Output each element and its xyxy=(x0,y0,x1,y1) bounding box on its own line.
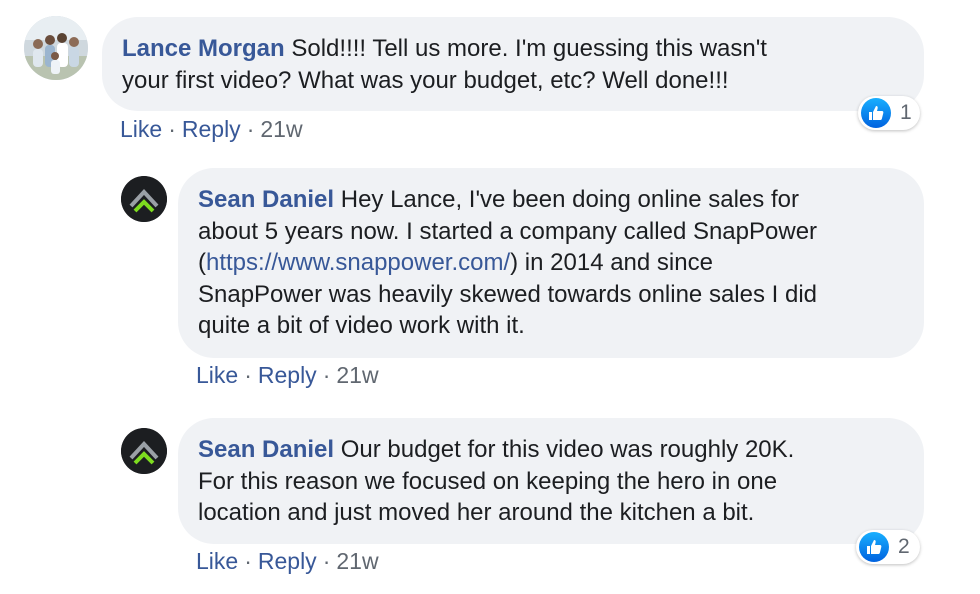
separator: · xyxy=(168,116,176,142)
reply-button[interactable]: Reply xyxy=(182,116,241,142)
timestamp[interactable]: 21w xyxy=(260,116,302,142)
comment-text-line: about 5 years now. I started a company c… xyxy=(198,217,818,245)
comment-text-line: For this reason we focused on keeping th… xyxy=(198,467,778,495)
reply-button[interactable]: Reply xyxy=(258,362,317,388)
reaction-count-badge[interactable]: 1 xyxy=(858,96,920,130)
comment-author[interactable]: Sean Daniel xyxy=(198,436,334,463)
avatar[interactable] xyxy=(121,176,167,222)
timestamp[interactable]: 21w xyxy=(336,362,378,388)
comment-author[interactable]: Lance Morgan xyxy=(122,35,285,62)
comment-text-line: ( xyxy=(198,249,206,276)
comment-text-line: Our budget for this video was roughly 20… xyxy=(334,436,795,463)
timestamp[interactable]: 21w xyxy=(336,548,378,574)
like-button[interactable]: Like xyxy=(196,362,238,388)
comment-text-line: your first video? What was your budget, … xyxy=(122,66,729,94)
comment-bubble: Lance Morgan Sold!!!! Tell us more. I'm … xyxy=(102,17,924,111)
avatar[interactable] xyxy=(121,428,167,474)
avatar[interactable] xyxy=(24,16,88,80)
comment-author[interactable]: Sean Daniel xyxy=(198,186,334,213)
thumbs-up-icon xyxy=(861,98,891,128)
comment-text: Sean Daniel Our budget for this video wa… xyxy=(198,434,900,529)
comment-actions: Like · Reply · 21w xyxy=(120,116,303,143)
snappower-logo-icon xyxy=(121,428,167,474)
comment-actions: Like · Reply · 21w xyxy=(196,548,379,575)
reaction-count: 1 xyxy=(900,101,912,124)
separator: · xyxy=(322,548,331,574)
comment-bubble: Sean Daniel Our budget for this video wa… xyxy=(178,418,924,544)
comment-text-line: SnapPower was heavily skewed towards onl… xyxy=(198,280,817,308)
comment-text-line: location and just moved her around the k… xyxy=(198,499,755,526)
snappower-logo-icon xyxy=(121,176,167,222)
comment-text: Lance Morgan Sold!!!! Tell us more. I'm … xyxy=(122,33,900,96)
separator: · xyxy=(244,362,252,388)
separator: · xyxy=(246,116,255,142)
comment-bubble: Sean Daniel Hey Lance, I've been doing o… xyxy=(178,168,924,358)
reply-button[interactable]: Reply xyxy=(258,548,317,574)
separator: · xyxy=(244,548,252,574)
reaction-count-badge[interactable]: 2 xyxy=(856,530,920,564)
comment-actions: Like · Reply · 21w xyxy=(196,362,379,389)
thumbs-up-icon xyxy=(859,532,889,562)
comment-text-line: ) in 2014 and since xyxy=(510,249,713,276)
comment-text-line: Sold!!!! Tell us more. I'm guessing this… xyxy=(284,35,767,62)
comment-text: Sean Daniel Hey Lance, I've been doing o… xyxy=(198,184,900,342)
like-button[interactable]: Like xyxy=(120,116,162,142)
snappower-link[interactable]: https://www.snappower.com/ xyxy=(206,249,510,276)
comment-text-line: Hey Lance, I've been doing online sales … xyxy=(334,186,799,213)
comment-text-line: quite a bit of video work with it. xyxy=(198,312,525,339)
separator: · xyxy=(322,362,331,388)
family-photo-avatar-icon xyxy=(24,16,88,80)
like-button[interactable]: Like xyxy=(196,548,238,574)
reaction-count: 2 xyxy=(898,535,910,558)
